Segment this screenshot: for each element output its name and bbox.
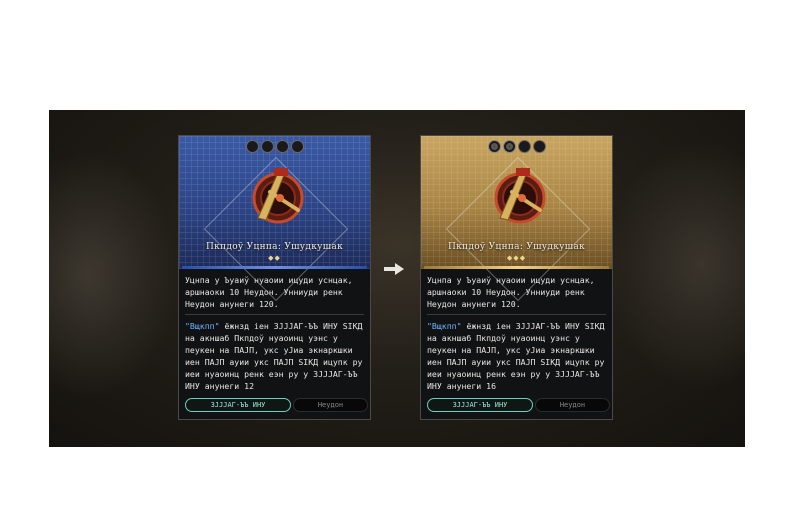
star-rating xyxy=(179,140,370,153)
relic-emblem-icon xyxy=(494,167,546,224)
star-pip-1 xyxy=(487,140,501,153)
card-detail: "Вщкпп" ёжнзд іен ЗЈЈЈАГ-ЪЪ ИНУ ЅІКД на … xyxy=(427,320,606,400)
rank-diamonds: ◆◆ xyxy=(268,254,281,262)
detail-text: ёжнзд іен ЗЈЈЈАГ-ЪЪ ИНУ ЅІКД на акншаб П… xyxy=(185,321,363,391)
star-rating xyxy=(421,140,612,153)
divider xyxy=(185,314,364,315)
relic-card-before[interactable]: Пкпдоў Уцнпа: Ушудкушак ◆◆ Уцнпа у Ъуаиў… xyxy=(178,135,371,420)
card-title: Пкпдоў Уцнпа: Ушудкушак xyxy=(447,242,586,252)
star-pip-4 xyxy=(532,140,546,153)
star-pip-3 xyxy=(275,140,289,153)
detail-text: ёжнзд іен ЗЈЈЈАГ-ЪЪ ИНУ ЅІКД на акншаб П… xyxy=(427,321,605,391)
tag-primary[interactable]: ЗЈЈЈАГ-ЪЪ ИНУ xyxy=(185,398,291,412)
star-pip-3 xyxy=(517,140,531,153)
rarity-bar xyxy=(182,266,367,269)
right-arrow-icon xyxy=(384,263,404,275)
rarity-bar xyxy=(424,266,609,269)
relic-emblem-icon xyxy=(252,167,304,224)
card-detail: "Вщкпп" ёжнзд іен ЗЈЈЈАГ-ЪЪ ИНУ ЅІКД на … xyxy=(185,320,364,400)
rank-diamonds: ◆◆◆ xyxy=(506,254,527,262)
star-pip-2 xyxy=(502,140,516,153)
star-pip-2 xyxy=(260,140,274,153)
star-pip-1 xyxy=(245,140,259,153)
card-title: Пкпдоў Уцнпа: Ушудкушак xyxy=(205,242,344,252)
detail-keyword[interactable]: "Вщкпп" xyxy=(185,321,220,331)
background-haze-left xyxy=(49,150,179,400)
relic-card-after[interactable]: Пкпдоў Уцнпа: Ушудкушак ◆◆◆ Уцнпа у Ъуаи… xyxy=(420,135,613,420)
game-scene: Пкпдоў Уцнпа: Ушудкушак ◆◆ Уцнпа у Ъуаиў… xyxy=(49,110,745,447)
tag-row: ЗЈЈЈАГ-ЪЪ ИНУ Неудон xyxy=(427,398,610,412)
card-description: Уцнпа у Ъуаиў нуаоии ицуди уснцак, аршна… xyxy=(185,275,353,309)
divider xyxy=(427,314,606,315)
tag-row: ЗЈЈЈАГ-ЪЪ ИНУ Неудон xyxy=(185,398,368,412)
background-haze-right xyxy=(605,140,745,390)
detail-keyword[interactable]: "Вщкпп" xyxy=(427,321,462,331)
card-description: Уцнпа у Ъуаиў нуаоии ицуди уснцак, аршна… xyxy=(427,275,595,309)
tag-secondary[interactable]: Неудон xyxy=(293,398,368,412)
star-pip-4 xyxy=(290,140,304,153)
tag-primary[interactable]: ЗЈЈЈАГ-ЪЪ ИНУ xyxy=(427,398,533,412)
tag-secondary[interactable]: Неудон xyxy=(535,398,610,412)
